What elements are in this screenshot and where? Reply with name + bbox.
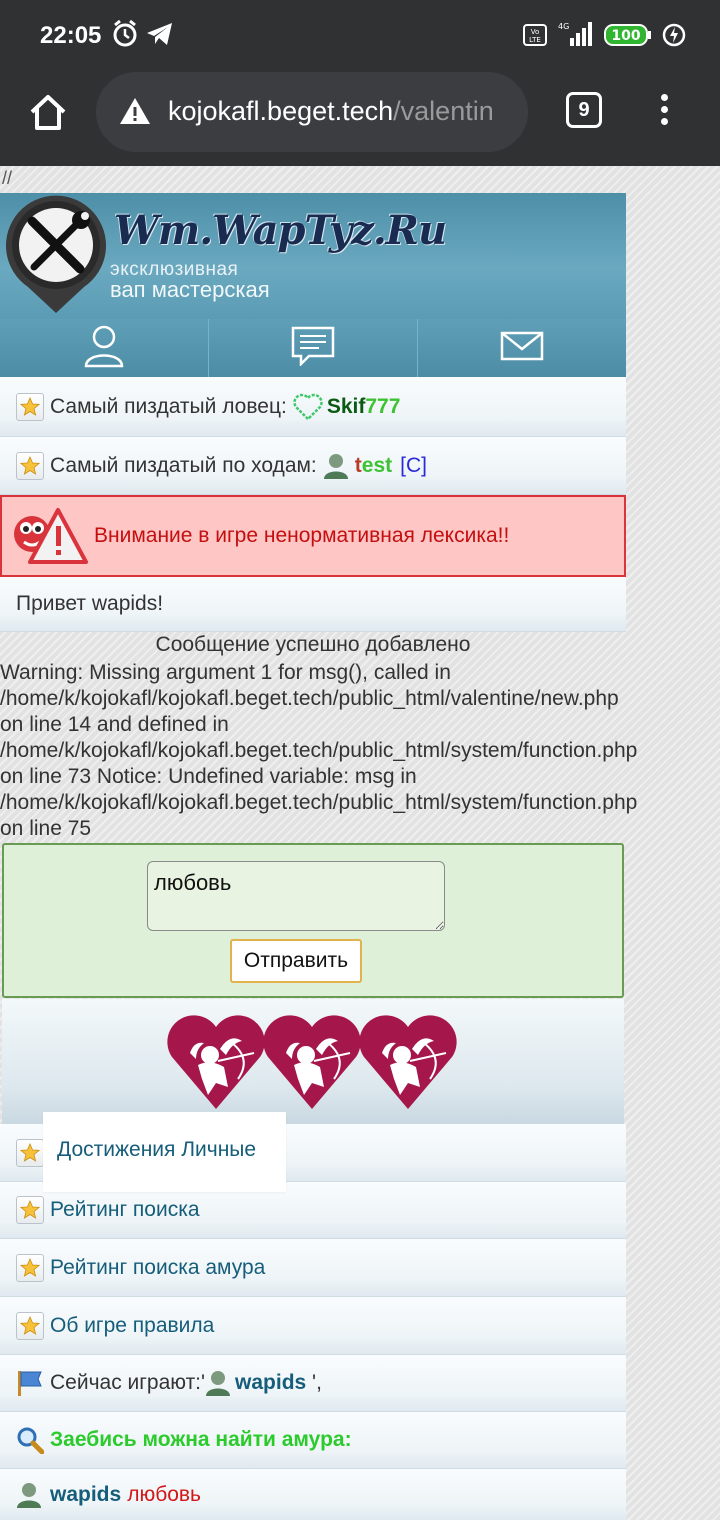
volte-icon: Vo LTE bbox=[523, 24, 547, 51]
charging-icon bbox=[662, 22, 686, 53]
cupid-heart-icon bbox=[359, 1015, 457, 1109]
cupid-rating-link[interactable]: Рейтинг поиска амура bbox=[50, 1256, 265, 1280]
playing-now-suffix: ', bbox=[306, 1371, 322, 1394]
magnifier-icon bbox=[16, 1426, 44, 1454]
php-warning-line: on line 75 bbox=[0, 817, 92, 840]
send-button[interactable]: Отправить bbox=[230, 939, 362, 983]
flag-icon bbox=[16, 1369, 44, 1397]
user-avatar-icon bbox=[323, 452, 349, 480]
svg-text:LTE: LTE bbox=[529, 36, 541, 44]
php-warning-line: Warning: Missing argument 1 for msg(), c… bbox=[0, 661, 451, 684]
cupid-heart-icon bbox=[167, 1015, 265, 1109]
url-host: kojokafl.beget.tech bbox=[168, 96, 394, 126]
php-warning-line: /home/k/kojokafl/kojokafl.beget.tech/pub… bbox=[0, 791, 638, 814]
greeting-row: Привет wapids! bbox=[0, 577, 626, 632]
achievements-link-popup[interactable]: Достижения Личные bbox=[43, 1112, 286, 1192]
message-textarea[interactable]: любовь bbox=[147, 861, 445, 931]
best-hunter-user[interactable]: Skif777 bbox=[327, 395, 401, 419]
warning-monster-icon bbox=[10, 504, 88, 568]
svg-text:4G: 4G bbox=[558, 22, 569, 31]
menu-item-rules[interactable]: Об игре правила bbox=[0, 1297, 626, 1355]
playing-now-row: Сейчас играют:' wapids ', bbox=[0, 1355, 626, 1412]
star-icon bbox=[16, 1253, 44, 1282]
cupid-heart-icon bbox=[263, 1015, 361, 1109]
user-avatar-icon bbox=[16, 1481, 44, 1509]
greeting-text: Привет wapids! bbox=[16, 592, 164, 615]
status-bar: 22:05 Vo LTE 4G 100 bbox=[0, 0, 720, 70]
menu-item-cupid-rating[interactable]: Рейтинг поиска амура bbox=[0, 1239, 626, 1297]
user-avatar-icon bbox=[205, 1369, 231, 1397]
nav-mail[interactable] bbox=[418, 319, 626, 377]
star-icon bbox=[16, 1311, 44, 1340]
alarm-icon bbox=[112, 19, 138, 53]
tab-switcher-button[interactable]: 9 bbox=[566, 92, 602, 128]
best-moves-tag: [C] bbox=[400, 453, 427, 477]
site-logo-subtitle-2: вап мастерская bbox=[110, 277, 270, 302]
url-path: /valentin bbox=[393, 96, 494, 126]
cupid-hearts-banner bbox=[2, 999, 624, 1124]
best-moves-user-part2: est bbox=[361, 453, 393, 477]
star-icon bbox=[16, 451, 44, 480]
find-cupid-heading: Заебись можна найти амура: bbox=[50, 1428, 352, 1451]
not-secure-warning-icon[interactable] bbox=[118, 96, 152, 131]
signal-icon: 4G bbox=[556, 20, 594, 53]
search-rating-link[interactable]: Рейтинг поиска bbox=[50, 1198, 200, 1222]
php-warning: Warning: Missing argument 1 for msg(), c… bbox=[0, 660, 720, 842]
best-moves-row: Самый пиздатый по ходам: test [C] bbox=[0, 437, 626, 495]
chat-icon bbox=[291, 326, 335, 371]
best-hunter-user-part2: 777 bbox=[365, 394, 401, 418]
telegram-icon bbox=[146, 22, 174, 51]
php-warning-line: /home/k/kojokafl/kojokafl.beget.tech/pub… bbox=[0, 687, 619, 710]
home-icon[interactable] bbox=[26, 90, 70, 134]
find-cupid-row: Заебись можна найти амура: bbox=[0, 1412, 626, 1469]
mail-icon bbox=[500, 331, 544, 366]
entry-user-link[interactable]: wapids bbox=[50, 1483, 121, 1507]
site-logo-title: Wm.WapTyz.Ru bbox=[114, 207, 447, 254]
nav-profile[interactable] bbox=[0, 319, 209, 377]
best-moves-label: Самый пиздатый по ходам: bbox=[50, 453, 317, 477]
success-message: Сообщение успешно добавлено bbox=[155, 633, 471, 656]
star-icon bbox=[16, 1138, 44, 1167]
star-icon bbox=[16, 1196, 44, 1224]
site-nav bbox=[0, 319, 626, 377]
svg-text:100: 100 bbox=[611, 28, 640, 44]
message-form: любовь Отправить bbox=[2, 843, 624, 998]
best-hunter-row: Самый пиздатый ловец: Skif777 bbox=[0, 377, 626, 437]
php-warning-line: on line 73 Notice: Undefined variable: m… bbox=[0, 765, 417, 788]
entry-row: wapids любовь bbox=[0, 1469, 626, 1520]
tools-logo-icon bbox=[4, 195, 108, 313]
playing-user-link[interactable]: wapids bbox=[235, 1371, 306, 1395]
star-icon bbox=[16, 392, 44, 421]
best-moves-user-part1: t bbox=[354, 453, 362, 477]
svg-text:Vo: Vo bbox=[531, 28, 540, 36]
battery-icon: 100 bbox=[604, 24, 652, 51]
best-hunter-label: Самый пиздатый ловец: bbox=[50, 394, 287, 418]
heart-outline-icon bbox=[293, 393, 323, 421]
browser-toolbar: kojokafl.beget.tech/valentin 9 bbox=[0, 70, 720, 166]
user-icon bbox=[84, 324, 124, 373]
clock: 22:05 bbox=[40, 22, 102, 49]
stray-text: // bbox=[2, 168, 13, 188]
url-text[interactable]: kojokafl.beget.tech/valentin bbox=[168, 96, 494, 127]
profanity-alert: Внимание в игре ненормативная лексика!! bbox=[0, 495, 626, 577]
entry-word: любовь bbox=[127, 1482, 201, 1506]
best-moves-user[interactable]: test bbox=[355, 454, 392, 478]
address-bar[interactable]: kojokafl.beget.tech/valentin bbox=[96, 72, 528, 152]
nav-chat[interactable] bbox=[209, 319, 418, 377]
best-hunter-user-part1: Skif bbox=[326, 394, 366, 418]
rules-link[interactable]: Об игре правила bbox=[50, 1314, 214, 1338]
site-header[interactable]: Wm.WapTyz.Ru эксклюзивная вап мастерская bbox=[0, 193, 626, 319]
browser-menu-icon[interactable] bbox=[654, 94, 674, 134]
playing-now-label: Сейчас играют:' bbox=[50, 1371, 206, 1394]
php-warning-line: on line 14 and defined in bbox=[0, 713, 229, 736]
alert-text: Внимание в игре ненормативная лексика!! bbox=[94, 524, 510, 547]
php-warning-line: /home/k/kojokafl/kojokafl.beget.tech/pub… bbox=[0, 739, 638, 762]
